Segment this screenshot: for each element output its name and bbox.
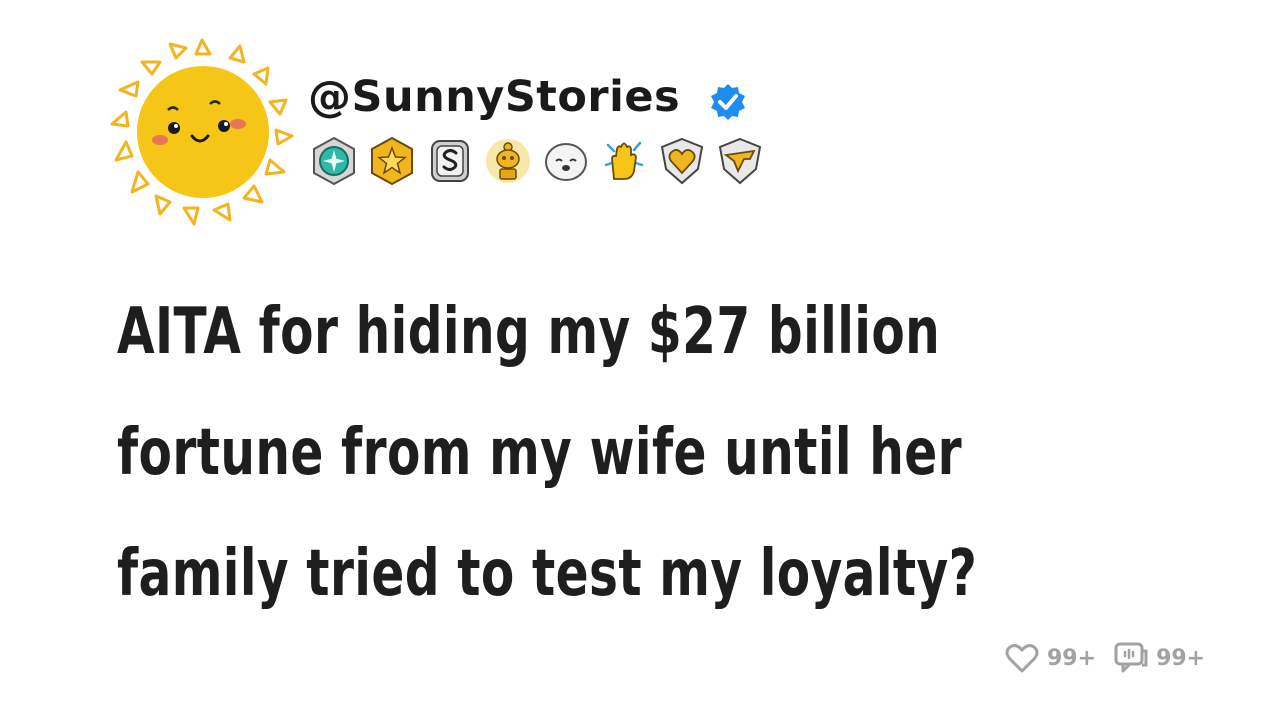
high-five-badge-icon xyxy=(604,141,644,180)
post-title-line: AITA for hiding my $27 billion xyxy=(117,295,941,369)
gold-wing-shield-badge-icon xyxy=(718,137,762,185)
teal-compass-badge-icon xyxy=(313,136,355,186)
post-title: AITA for hiding my $27 billion fortune f… xyxy=(117,272,978,635)
gold-heart-shield-badge-icon xyxy=(660,137,704,185)
post-title-line: fortune from my wife until her xyxy=(117,416,962,490)
seal-badge-icon xyxy=(545,143,587,181)
action-bar: 99+ 99+ xyxy=(1003,638,1215,678)
sun-icon xyxy=(110,38,294,226)
verified-badge-icon xyxy=(711,84,745,120)
heart-icon[interactable] xyxy=(1003,639,1041,677)
comment-count: 99+ xyxy=(1156,645,1206,671)
silver-s-badge-icon xyxy=(431,140,469,182)
comment-icon[interactable] xyxy=(1112,639,1150,677)
badge-row xyxy=(308,135,766,187)
post-title-line: family tried to test my loyalty? xyxy=(117,537,978,611)
username[interactable]: @SunnyStories xyxy=(308,72,680,122)
like-count: 99+ xyxy=(1047,645,1097,671)
gold-star-badge-icon xyxy=(371,136,413,186)
gold-trophy-badge-icon xyxy=(486,139,530,183)
